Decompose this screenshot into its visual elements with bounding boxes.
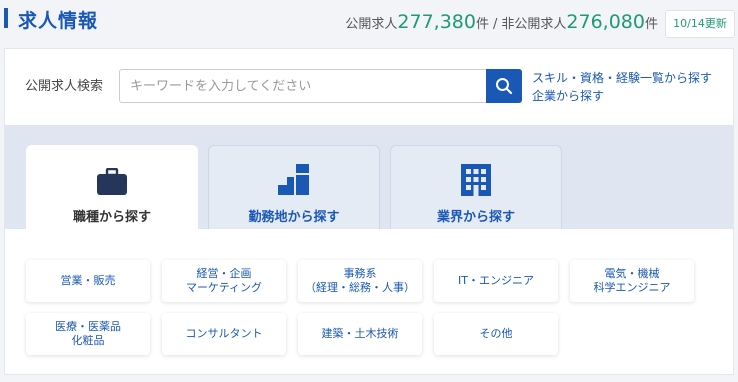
search-tabs: 職種から探す 勤務地から探す 業界から探す bbox=[5, 125, 733, 229]
briefcase-icon bbox=[97, 168, 127, 195]
tab-location-icon-wrap bbox=[278, 164, 310, 196]
company-search-link[interactable]: 企業から探す bbox=[532, 87, 712, 105]
job-category-grid: 営業・販売 経営・企画 マーケティング 事務系 （経理・総務・人事） IT・エン… bbox=[5, 229, 733, 374]
category-other[interactable]: その他 bbox=[434, 313, 558, 355]
private-jobs-label: 非公開求人 bbox=[501, 17, 567, 32]
public-jobs-unit: 件 bbox=[475, 17, 489, 32]
page-header: 求人情報 公開求人277,380件 / 非公開求人276,080件 10/14更新 bbox=[0, 0, 738, 42]
keyword-search-input[interactable] bbox=[120, 70, 487, 102]
tab-job-type-label: 職種から探す bbox=[72, 210, 151, 225]
job-counts: 公開求人277,380件 / 非公開求人276,080件 bbox=[345, 11, 658, 33]
category-management-marketing[interactable]: 経営・企画 マーケティング bbox=[162, 260, 286, 302]
skills-list-link[interactable]: スキル・資格・経験一覧から探す bbox=[532, 69, 712, 87]
job-search-panel: 公開求人検索 スキル・資格・経験一覧から探す 企業から探す 職種から探す bbox=[4, 48, 734, 375]
page-title: 求人情報 bbox=[18, 10, 99, 32]
title-accent-bar bbox=[4, 8, 8, 28]
search-box bbox=[119, 69, 488, 103]
category-construction[interactable]: 建築・土木技術 bbox=[298, 313, 422, 355]
private-jobs-unit: 件 bbox=[644, 17, 658, 32]
private-jobs-count: 276,080 bbox=[566, 11, 645, 33]
tab-job-type[interactable]: 職種から探す bbox=[26, 145, 198, 229]
category-electrical-mechanical[interactable]: 電気・機械 科学エンジニア bbox=[570, 260, 694, 302]
count-separator: / bbox=[493, 17, 498, 32]
search-icon bbox=[496, 78, 513, 95]
category-office-admin[interactable]: 事務系 （経理・総務・人事） bbox=[298, 260, 422, 302]
tab-industry[interactable]: 業界から探す bbox=[390, 145, 562, 229]
tab-location-label: 勤務地から探す bbox=[248, 210, 340, 225]
tab-industry-label: 業界から探す bbox=[436, 210, 515, 225]
public-jobs-count: 277,380 bbox=[397, 11, 476, 33]
building-icon bbox=[461, 164, 491, 196]
updated-badge: 10/14更新 bbox=[665, 10, 735, 38]
search-label: 公開求人検索 bbox=[25, 79, 104, 94]
search-row: 公開求人検索 スキル・資格・経験一覧から探す 企業から探す bbox=[5, 49, 733, 125]
category-it-engineer[interactable]: IT・エンジニア bbox=[434, 260, 558, 302]
search-button[interactable] bbox=[486, 69, 522, 103]
tab-location[interactable]: 勤務地から探す bbox=[208, 145, 380, 229]
category-medical-pharma[interactable]: 医療・医薬品 化粧品 bbox=[26, 313, 150, 355]
category-consultant[interactable]: コンサルタント bbox=[162, 313, 286, 355]
side-links: スキル・資格・経験一覧から探す 企業から探す bbox=[532, 69, 712, 105]
public-jobs-label: 公開求人 bbox=[345, 17, 398, 32]
tab-industry-icon-wrap bbox=[461, 164, 491, 196]
map-blocks-icon bbox=[278, 164, 309, 195]
tab-job-type-icon-wrap bbox=[96, 164, 128, 196]
category-sales[interactable]: 営業・販売 bbox=[26, 260, 150, 302]
